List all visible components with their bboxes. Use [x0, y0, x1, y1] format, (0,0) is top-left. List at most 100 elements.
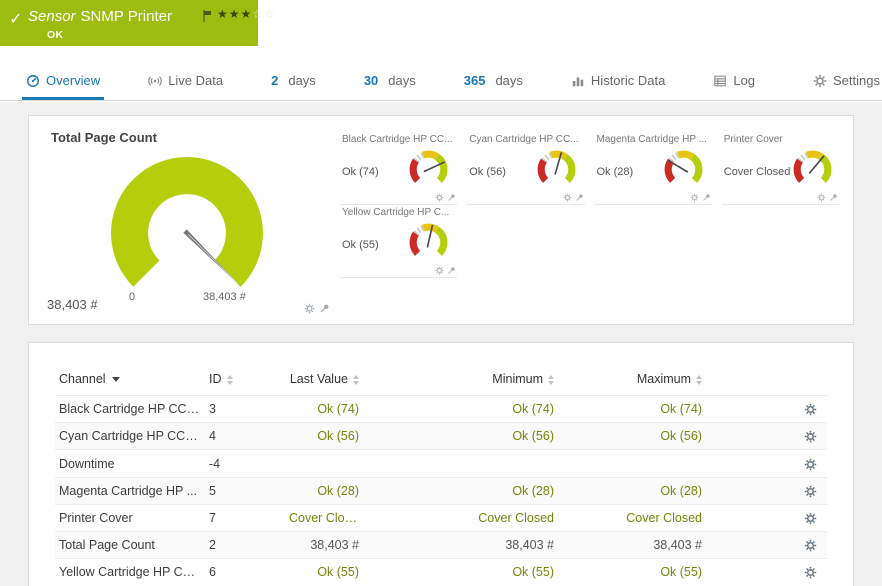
- pin-icon[interactable]: [319, 303, 330, 314]
- channel-settings-gear-icon[interactable]: [304, 303, 315, 314]
- pin-icon[interactable]: [447, 193, 456, 202]
- table-row: Total Page Count 2 38,403 # 38,403 # 38,…: [55, 532, 827, 559]
- channel-gauge: [406, 147, 451, 192]
- sensor-header: ✓ SensorSNMP Printer ★★★☆☆ OK: [0, 0, 258, 46]
- last-value: 38,403 #: [285, 532, 363, 559]
- gear-icon: [813, 74, 827, 88]
- channel-name: Printer Cover: [55, 504, 205, 531]
- tab-2-days[interactable]: 2 days: [267, 64, 320, 100]
- tile-status: Cover Closed: [724, 166, 791, 178]
- tab-30-days[interactable]: 30 days: [360, 64, 420, 100]
- minimum-value: Ok (74): [363, 396, 558, 423]
- last-value: Ok (74): [285, 396, 363, 423]
- tab-live-data[interactable]: Live Data: [144, 64, 227, 100]
- channel-id: 7: [205, 504, 285, 531]
- channel-settings-gear-icon[interactable]: [804, 430, 817, 443]
- tile-yellow-cartridge[interactable]: Yellow Cartridge HP C... Ok (55): [340, 205, 457, 278]
- channel-name: Yellow Cartridge HP CC...: [55, 559, 205, 586]
- sort-icon: [548, 375, 554, 385]
- channel-settings-gear-icon[interactable]: [817, 193, 826, 202]
- tab-settings[interactable]: Settings: [809, 64, 882, 100]
- channel-gauge: [790, 147, 835, 192]
- channel-table-panel: Channel ID Last Value Minimum Maximum Bl…: [28, 342, 854, 586]
- ok-check-icon: ✓: [9, 9, 22, 29]
- tile-magenta-cartridge[interactable]: Magenta Cartridge HP ... Ok (28): [595, 132, 712, 205]
- sort-icon: [696, 375, 702, 385]
- column-header-id[interactable]: ID: [205, 367, 285, 396]
- tile-black-cartridge[interactable]: Black Cartridge HP CC... Ok (74): [340, 132, 457, 205]
- tile-cyan-cartridge[interactable]: Cyan Cartridge HP CC... Ok (56): [467, 132, 584, 205]
- channel-id: 6: [205, 559, 285, 586]
- tab-365-days[interactable]: 365 days: [460, 64, 527, 100]
- tab-overview-label: Overview: [46, 73, 100, 88]
- last-value: Ok (28): [285, 477, 363, 504]
- tab-historic-data[interactable]: Historic Data: [567, 64, 669, 100]
- tile-status: Ok (28): [597, 166, 634, 178]
- channel-settings-gear-icon[interactable]: [804, 403, 817, 416]
- channel-settings-gear-icon[interactable]: [804, 566, 817, 579]
- priority-stars[interactable]: ★★★☆☆: [217, 7, 276, 21]
- pin-icon[interactable]: [575, 193, 584, 202]
- maximum-value: 38,403 #: [558, 532, 706, 559]
- tab-log-label: Log: [733, 73, 755, 88]
- overview-gauge-icon: [26, 74, 40, 88]
- channel-settings-gear-icon[interactable]: [804, 512, 817, 525]
- channel-name: Cyan Cartridge HP CC5...: [55, 423, 205, 450]
- pin-icon[interactable]: [829, 193, 838, 202]
- pin-icon[interactable]: [447, 266, 456, 275]
- last-value: Ok (55): [285, 559, 363, 586]
- tab-365-days-number: 365: [464, 73, 486, 88]
- channel-settings-gear-icon[interactable]: [563, 193, 572, 202]
- maximum-value: [558, 450, 706, 477]
- minimum-value: [363, 450, 558, 477]
- tab-30-days-number: 30: [364, 73, 378, 88]
- channel-id: 2: [205, 532, 285, 559]
- last-value: [285, 450, 363, 477]
- column-header-channel[interactable]: Channel: [55, 367, 205, 396]
- tile-status: Ok (74): [342, 166, 379, 178]
- minimum-value: Cover Closed: [363, 504, 558, 531]
- column-header-minimum[interactable]: Minimum: [363, 367, 558, 396]
- table-row: Printer Cover 7 Cover Closed Cover Close…: [55, 504, 827, 531]
- minimum-value: 38,403 #: [363, 532, 558, 559]
- channel-settings-gear-icon[interactable]: [804, 485, 817, 498]
- channel-settings-gear-icon[interactable]: [435, 193, 444, 202]
- table-row: Yellow Cartridge HP CC... 6 Ok (55) Ok (…: [55, 559, 827, 586]
- tab-2-days-label: days: [288, 73, 315, 88]
- tab-log[interactable]: Log: [709, 64, 759, 100]
- flag-icon[interactable]: [203, 9, 212, 27]
- gauges-panel: Total Page Count 0 38,403 # 38,403 #: [28, 115, 854, 325]
- tile-title: Magenta Cartridge HP ...: [597, 134, 710, 145]
- stars-filled: ★★★: [217, 7, 252, 21]
- page-title: SensorSNMP Printer: [28, 8, 172, 25]
- column-header-maximum[interactable]: Maximum: [558, 367, 706, 396]
- maximum-value: Ok (74): [558, 396, 706, 423]
- channel-name: Magenta Cartridge HP ...: [55, 477, 205, 504]
- channel-name: Total Page Count: [55, 532, 205, 559]
- total-page-count-gauge-section: Total Page Count 0 38,403 # 38,403 #: [41, 126, 326, 314]
- tab-live-data-label: Live Data: [168, 73, 223, 88]
- maximum-value: Cover Closed: [558, 504, 706, 531]
- sensor-name: SNMP Printer: [81, 8, 172, 25]
- tab-overview[interactable]: Overview: [22, 64, 104, 100]
- primary-channel-title: Total Page Count: [51, 130, 326, 145]
- channel-settings-gear-icon[interactable]: [690, 193, 699, 202]
- table-row: Black Cartridge HP CC5... 3 Ok (74) Ok (…: [55, 396, 827, 423]
- tab-historic-data-label: Historic Data: [591, 73, 665, 88]
- last-value: Cover Closed: [285, 504, 363, 531]
- minimum-value: Ok (28): [363, 477, 558, 504]
- tile-title: Yellow Cartridge HP C...: [342, 207, 455, 218]
- tile-printer-cover[interactable]: Printer Cover Cover Closed: [722, 132, 839, 205]
- channel-settings-gear-icon[interactable]: [435, 266, 444, 275]
- channel-settings-gear-icon[interactable]: [804, 458, 817, 471]
- maximum-value: Ok (55): [558, 559, 706, 586]
- tab-30-days-label: days: [388, 73, 415, 88]
- channel-settings-gear-icon[interactable]: [804, 539, 817, 552]
- tile-status: Ok (55): [342, 239, 379, 251]
- column-header-last-value[interactable]: Last Value: [285, 367, 363, 396]
- pin-icon[interactable]: [702, 193, 711, 202]
- sort-icon: [353, 375, 359, 385]
- channel-gauge-tiles: Black Cartridge HP CC... Ok (74): [326, 126, 841, 314]
- channel-gauge: [534, 147, 579, 192]
- channel-gauge: [406, 220, 451, 265]
